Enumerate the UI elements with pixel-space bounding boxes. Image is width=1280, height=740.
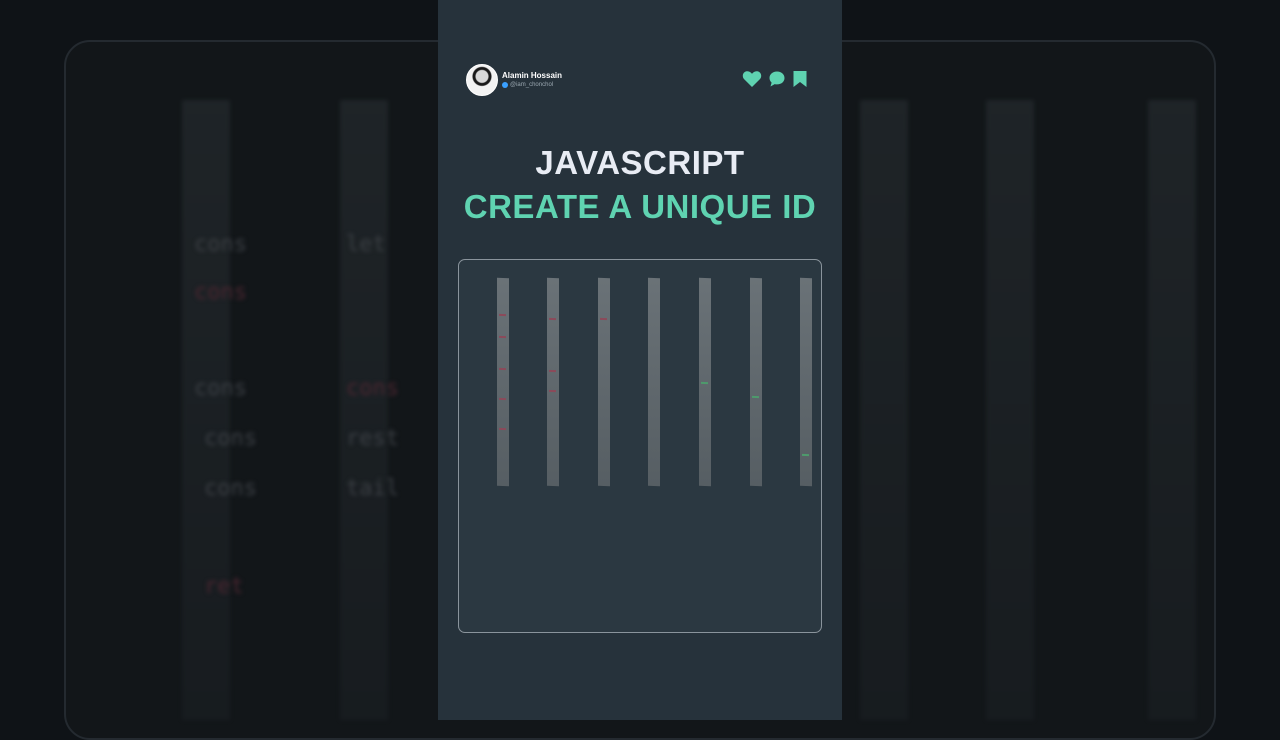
comment-icon[interactable] bbox=[768, 70, 786, 88]
background-blur-text: cons bbox=[204, 426, 257, 451]
background-blur-text: cons bbox=[204, 476, 257, 501]
author-handle: @iam_chonchol bbox=[510, 82, 554, 89]
code-slice bbox=[648, 277, 660, 487]
background-blur-text: cons bbox=[194, 376, 247, 401]
code-preview-card bbox=[458, 259, 822, 633]
author-profile[interactable]: Alamin Hossain @iam_chonchol bbox=[466, 64, 562, 96]
bookmark-icon[interactable] bbox=[792, 70, 808, 88]
code-slice bbox=[750, 277, 762, 487]
background-blur-text: ret bbox=[204, 574, 244, 599]
background-code-strip bbox=[1148, 100, 1196, 720]
code-slice bbox=[497, 277, 509, 487]
background-blur-text: cons bbox=[346, 376, 399, 401]
post-actions bbox=[742, 70, 808, 88]
background-blur-text: rest bbox=[346, 426, 399, 451]
background-code-strip bbox=[986, 100, 1034, 720]
post-panel: Alamin Hossain @iam_chonchol JAVASCRIPT … bbox=[438, 0, 842, 720]
code-slice bbox=[800, 277, 812, 487]
background-blur-text: let bbox=[346, 232, 386, 257]
author-info: Alamin Hossain @iam_chonchol bbox=[502, 70, 563, 89]
verified-icon bbox=[502, 82, 508, 89]
background-blur-text: cons bbox=[194, 232, 247, 257]
avatar[interactable] bbox=[466, 64, 498, 96]
code-slice bbox=[598, 277, 610, 487]
author-name: Alamin Hossain bbox=[502, 70, 563, 80]
code-slice bbox=[699, 277, 711, 487]
post-headline: CREATE A UNIQUE ID bbox=[463, 188, 817, 225]
code-slice bbox=[547, 277, 559, 487]
topic-title: JAVASCRIPT bbox=[535, 144, 745, 181]
background-code-strip bbox=[182, 100, 230, 720]
heart-icon[interactable] bbox=[742, 70, 762, 88]
background-code-strip bbox=[860, 100, 908, 720]
author-handle-row: @iam_chonchol bbox=[502, 82, 562, 89]
background-code-strip bbox=[340, 100, 388, 720]
background-blur-text: cons bbox=[194, 280, 247, 305]
background-blur-text: tail bbox=[346, 476, 399, 501]
